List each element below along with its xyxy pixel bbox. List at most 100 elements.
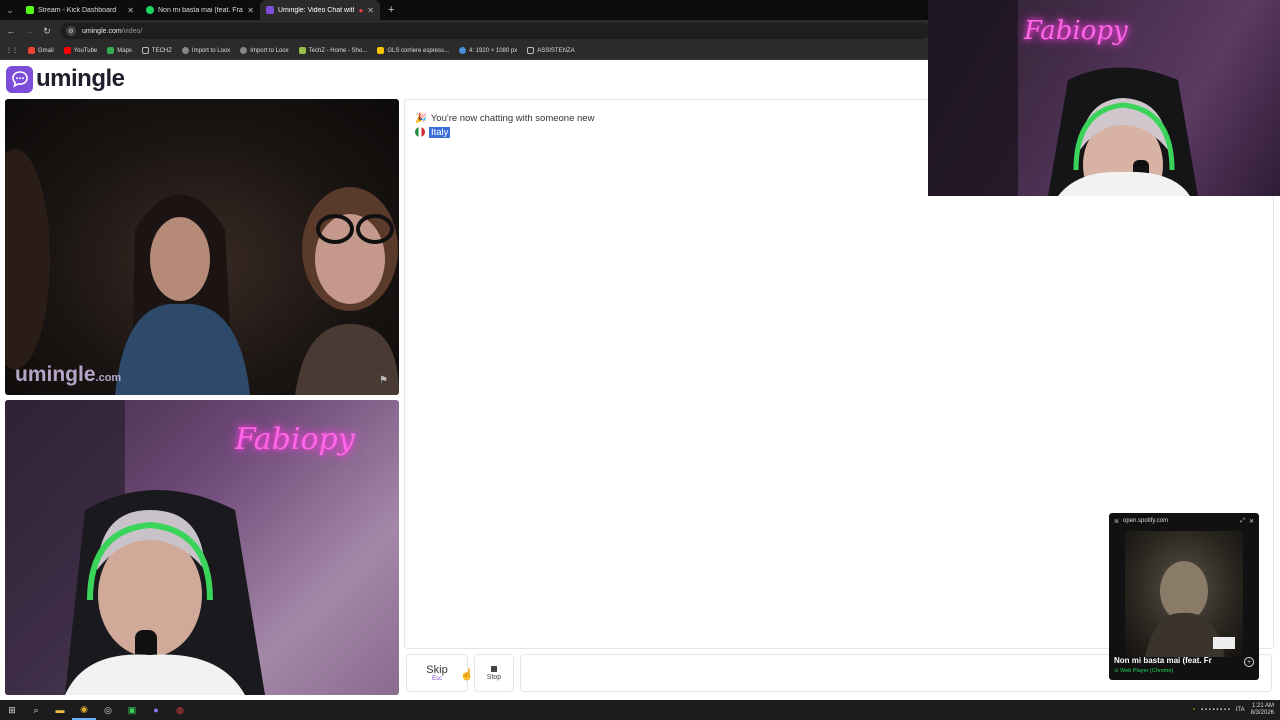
close-icon[interactable]: ✕ bbox=[1249, 518, 1254, 525]
tab-search-icon[interactable]: ⌄ bbox=[0, 0, 20, 20]
bookmark-assistenza[interactable]: ASSISTENZA bbox=[527, 47, 575, 54]
forward-icon[interactable]: → bbox=[24, 26, 34, 36]
chat-bubble-icon bbox=[6, 65, 33, 93]
new-tab-icon[interactable]: + bbox=[380, 4, 402, 16]
spotify-small-icon: ≋ bbox=[1114, 518, 1120, 525]
browser-toolbar: ← → ↻ ⚙ umingle.com/video/ bbox=[0, 20, 930, 42]
stop-button[interactable]: Stop bbox=[474, 654, 514, 692]
expand-icon[interactable]: ⤢ bbox=[1240, 518, 1245, 525]
nvidia-icon[interactable]: ▪ bbox=[1193, 707, 1195, 713]
reload-icon[interactable]: ↻ bbox=[42, 26, 52, 37]
bookmark-label: TechZ - Home - Sho... bbox=[308, 47, 368, 54]
watermark-suffix: .com bbox=[95, 372, 122, 384]
bookmark-label: Maps bbox=[117, 47, 132, 54]
tab-close-icon[interactable]: ✕ bbox=[367, 6, 374, 15]
system-message: 🎉 You're now chatting with someone new I… bbox=[415, 111, 594, 139]
site-info-icon[interactable]: ⚙ bbox=[66, 26, 76, 36]
bookmark-label: Import to Loox bbox=[191, 47, 231, 54]
bookmarks-bar: ⋮⋮ Gmail YouTube Maps TECHZ Import to Lo… bbox=[0, 42, 930, 60]
discord-icon[interactable]: ● bbox=[144, 700, 168, 720]
bookmark-label: YouTube bbox=[73, 47, 98, 54]
bookmark-gls[interactable]: GLS corriere espress... bbox=[377, 47, 449, 54]
stranger-video: umingle.com ⚑ bbox=[5, 99, 399, 395]
bookmark-label: TECHZ bbox=[151, 47, 172, 54]
bookmark-techz[interactable]: TECHZ bbox=[141, 47, 172, 54]
kick-favicon-icon bbox=[26, 6, 34, 14]
bookmark-label: GLS corriere espress... bbox=[387, 47, 450, 54]
bookmark-import-loox-2[interactable]: Import to Loox bbox=[240, 47, 289, 54]
input-language[interactable]: ITA bbox=[1236, 707, 1245, 713]
add-to-library-icon[interactable]: + bbox=[1244, 657, 1254, 667]
system-tray: ▪ ▪ ▪ ▪ ▪ ▪ ▪ ▪ ▪ ITA 1:21 AM 8/3/2026 bbox=[1193, 700, 1274, 720]
clock[interactable]: 1:21 AM 8/3/2026 bbox=[1251, 703, 1274, 717]
stranger-video-scene bbox=[5, 149, 399, 395]
windows-taskbar: ⊞ ⌕ ▬ ◉ ◎ ▣ ● ◍ ▪ ▪ ▪ ▪ ▪ ▪ ▪ ▪ ▪ ITA 1:… bbox=[0, 700, 1280, 720]
tray-icons[interactable]: ▪ ▪ ▪ ▪ ▪ ▪ ▪ ▪ bbox=[1201, 707, 1230, 713]
player-source: ⊙ Web Player (Chrome) bbox=[1114, 668, 1174, 674]
clock-time: 1:21 AM bbox=[1251, 703, 1274, 709]
search-icon[interactable]: ⌕ bbox=[24, 700, 48, 720]
maps-icon bbox=[107, 47, 115, 54]
back-icon[interactable]: ← bbox=[6, 26, 16, 36]
tab-kick-dashboard[interactable]: Stream - Kick Dashboard ✕ bbox=[20, 0, 140, 20]
shopify-icon bbox=[298, 47, 306, 54]
url-path: /video/ bbox=[121, 27, 143, 35]
chrome-icon[interactable]: ◉ bbox=[72, 700, 96, 720]
bookmark-youtube[interactable]: YouTube bbox=[63, 47, 98, 54]
recording-icon: ● bbox=[358, 5, 364, 15]
terminal-icon[interactable]: ▣ bbox=[120, 700, 144, 720]
tab-title: Umingle: Video Chat with S bbox=[278, 6, 354, 14]
miniplayer-header: ≋ open.spotify.com ⤢ ✕ bbox=[1109, 513, 1259, 529]
report-flag-icon[interactable]: ⚑ bbox=[379, 375, 391, 387]
tab-close-icon[interactable]: ✕ bbox=[247, 6, 254, 15]
stop-icon bbox=[491, 665, 497, 672]
gls-icon bbox=[377, 47, 385, 54]
screen: ⌄ Stream - Kick Dashboard ✕ Non mi basta… bbox=[0, 0, 1280, 720]
album-art-image bbox=[1145, 561, 1235, 657]
stranger-country: Italy bbox=[429, 126, 451, 138]
album-art bbox=[1125, 531, 1243, 657]
globe-icon bbox=[181, 47, 189, 54]
player-source-text: Web Player (Chrome) bbox=[1120, 668, 1174, 674]
system-message-text: You're now chatting with someone new bbox=[430, 112, 595, 124]
hand-cursor-icon: ☝ bbox=[460, 669, 474, 681]
tab-spotify[interactable]: Non mi basta mai (feat. Fra ✕ bbox=[140, 0, 260, 20]
tab-close-icon[interactable]: ✕ bbox=[127, 6, 134, 15]
obs-icon[interactable]: ◍ bbox=[168, 700, 192, 720]
bookmark-gmail[interactable]: Gmail bbox=[28, 47, 54, 54]
site-header: umingle bbox=[0, 60, 928, 98]
globe-icon bbox=[240, 47, 248, 54]
bookmark-import-loox-1[interactable]: Import to Loox bbox=[181, 47, 231, 54]
youtube-icon bbox=[63, 47, 71, 54]
tab-umingle[interactable]: Umingle: Video Chat with S ● ✕ bbox=[260, 0, 380, 20]
app-icon[interactable]: ◎ bbox=[96, 700, 120, 720]
logo-text: umingle bbox=[36, 65, 125, 92]
address-bar[interactable]: ⚙ umingle.com/video/ bbox=[60, 23, 930, 39]
clock-date: 8/3/2026 bbox=[1250, 710, 1274, 716]
umingle-logo[interactable]: umingle bbox=[6, 65, 125, 93]
bookmark-label: Import to Loox bbox=[250, 47, 289, 54]
bookmark-label: Gmail bbox=[38, 47, 54, 54]
skip-shortcut: Esc bbox=[431, 676, 442, 682]
gmail-icon bbox=[28, 47, 35, 54]
tab-title: Non mi basta mai (feat. Fra bbox=[158, 6, 243, 14]
file-explorer-icon[interactable]: ▬ bbox=[48, 700, 72, 720]
self-video: Fabiopy bbox=[5, 400, 399, 695]
italy-flag-icon bbox=[415, 127, 425, 137]
neon-sign-text: Fabiopy bbox=[1024, 16, 1128, 46]
umingle-watermark: umingle.com bbox=[15, 363, 121, 387]
start-icon[interactable]: ⊞ bbox=[0, 700, 24, 720]
watermark-text: umingle bbox=[15, 363, 96, 386]
miniplayer-site: open.spotify.com bbox=[1123, 518, 1168, 524]
apps-icon[interactable]: ⋮⋮ bbox=[6, 47, 18, 54]
stop-label: Stop bbox=[486, 673, 502, 681]
screen-icon bbox=[459, 47, 467, 54]
url-host: umingle.com bbox=[82, 27, 122, 35]
bookmark-resolution[interactable]: 4: 1920 × 1080 px bbox=[459, 47, 517, 54]
bookmark-label: ASSISTENZA bbox=[537, 47, 575, 54]
bookmark-maps[interactable]: Maps bbox=[107, 47, 132, 54]
bookmark-techz-home[interactable]: TechZ - Home - Sho... bbox=[298, 47, 368, 54]
folder-icon bbox=[527, 47, 535, 54]
skip-button[interactable]: Skip Esc bbox=[406, 654, 468, 692]
spotify-favicon-icon bbox=[146, 6, 154, 14]
